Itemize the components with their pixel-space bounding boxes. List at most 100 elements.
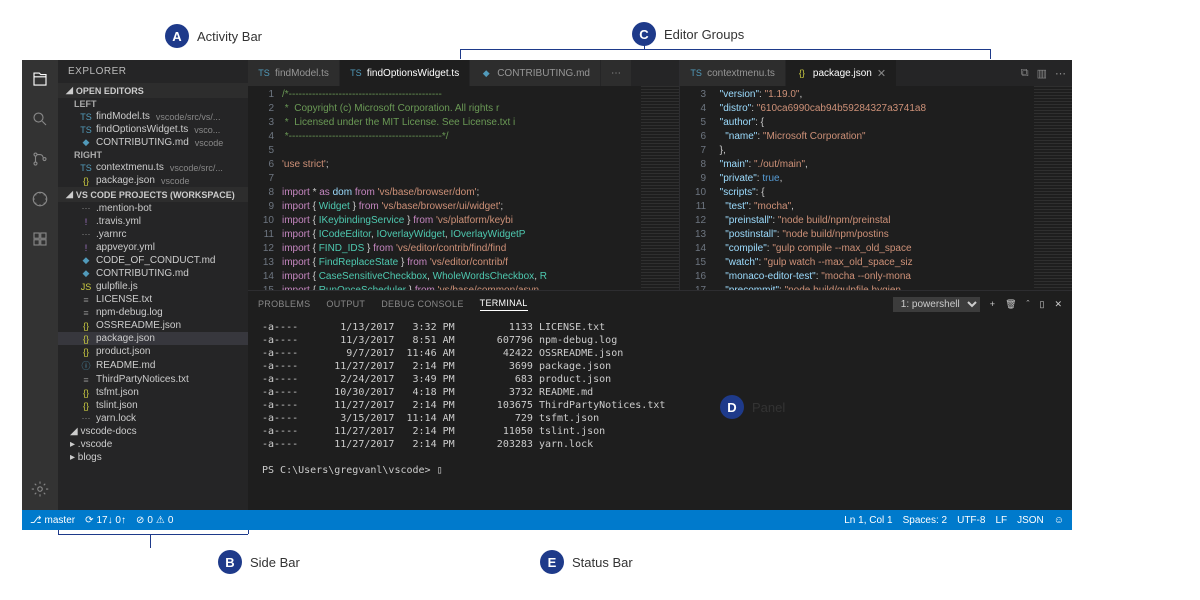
file-icon: {} xyxy=(80,388,92,398)
file-icon: TS xyxy=(80,112,92,122)
tab-overflow[interactable]: ⋯ xyxy=(601,60,632,86)
file-item[interactable]: {}package.json xyxy=(58,332,248,345)
file-item[interactable]: TSfindModel.tsvscode/src/vs/... xyxy=(58,110,248,123)
explorer-icon[interactable] xyxy=(29,68,51,90)
terminal-output[interactable]: -a---- 1/13/2017 3:32 PM 1133 LICENSE.tx… xyxy=(248,317,1072,510)
panel-tab[interactable]: DEBUG CONSOLE xyxy=(381,299,463,309)
file-name: package.json xyxy=(96,333,155,344)
code-editor-left[interactable]: 12345678910111213141516171819 /*--------… xyxy=(248,86,679,290)
editor-tab[interactable]: ◆CONTRIBUTING.md xyxy=(470,60,601,86)
file-item[interactable]: ◆CONTRIBUTING.mdvscode xyxy=(58,136,248,149)
kill-terminal-icon[interactable]: 🗑 xyxy=(1005,299,1016,310)
file-item[interactable]: {}package.jsonvscode xyxy=(58,174,248,187)
file-icon: TS xyxy=(350,68,362,78)
errors[interactable]: ⊘0 ⚠0 xyxy=(136,515,173,526)
folder-item[interactable]: ◢ vscode-docs xyxy=(58,425,248,438)
close-icon[interactable]: ✕ xyxy=(877,67,886,80)
file-item[interactable]: ◆CONTRIBUTING.md xyxy=(58,267,248,280)
panel-tab[interactable]: TERMINAL xyxy=(480,298,528,311)
overflow-icon[interactable]: ⋯ xyxy=(1055,67,1066,80)
open-editors-section[interactable]: ◢OPEN EDITORS xyxy=(58,83,248,98)
encoding[interactable]: UTF-8 xyxy=(957,515,985,526)
git-sync[interactable]: ⟳17↓ 0↑ xyxy=(85,515,126,526)
file-name: product.json xyxy=(96,346,150,357)
sidebar-title: EXPLORER xyxy=(58,60,248,83)
file-icon: ⋯ xyxy=(80,413,92,424)
editor-tab[interactable]: TSfindOptionsWidget.ts xyxy=(340,60,470,86)
file-icon: {} xyxy=(796,68,808,78)
search-icon[interactable] xyxy=(29,108,51,130)
file-item[interactable]: ⋯yarn.lock xyxy=(58,412,248,425)
split-editor-icon[interactable]: ⧉ xyxy=(1021,67,1029,80)
file-icon: ◆ xyxy=(80,137,92,148)
file-name: .mention-bot xyxy=(96,203,152,214)
file-item[interactable]: !appveyor.yml xyxy=(58,241,248,254)
file-item[interactable]: ⋯.mention-bot xyxy=(58,202,248,215)
file-icon: ! xyxy=(80,243,92,253)
ln-col[interactable]: Ln 1, Col 1 xyxy=(844,515,892,526)
editor-groups: TSfindModel.tsTSfindOptionsWidget.ts◆CON… xyxy=(248,60,1072,290)
file-item[interactable]: {}tslint.json xyxy=(58,399,248,412)
file-item[interactable]: ⓘREADME.md xyxy=(58,358,248,373)
panel-up-icon[interactable]: ˆ xyxy=(1027,299,1030,309)
file-icon: TS xyxy=(690,68,702,78)
file-item[interactable]: ≡ThirdPartyNotices.txt xyxy=(58,373,248,386)
file-item[interactable]: ≡ npm-debug.log xyxy=(58,306,248,319)
git-branch[interactable]: ⎇master xyxy=(30,515,75,526)
file-icon: {} xyxy=(80,401,92,411)
file-icon: ≡ xyxy=(80,295,92,305)
file-item[interactable]: TSfindOptionsWidget.tsvsco... xyxy=(58,123,248,136)
panel-tabs: PROBLEMS OUTPUT DEBUG CONSOLE TERMINAL 1: p… xyxy=(248,291,1072,317)
editor-tab[interactable]: TScontextmenu.ts xyxy=(680,60,786,86)
panel-tab[interactable]: OUTPUT xyxy=(326,299,365,309)
file-name: ThirdPartyNotices.txt xyxy=(96,374,189,385)
feedback-icon[interactable]: ☺ xyxy=(1054,515,1064,526)
file-name: findModel.ts xyxy=(96,111,150,122)
error-icon: ⊘ xyxy=(136,515,144,526)
more-icon[interactable]: ▥ xyxy=(1037,67,1047,80)
git-icon[interactable] xyxy=(29,148,51,170)
editor-area: TSfindModel.tsTSfindOptionsWidget.ts◆CON… xyxy=(248,60,1072,510)
tabs-left: TSfindModel.tsTSfindOptionsWidget.ts◆CON… xyxy=(248,60,679,86)
workspace-section[interactable]: ◢VS CODE PROJECTS (WORKSPACE) xyxy=(58,187,248,202)
minimap[interactable] xyxy=(1034,86,1072,290)
extensions-icon[interactable] xyxy=(29,228,51,250)
file-item[interactable]: {}OSSREADME.json xyxy=(58,319,248,332)
file-icon: ◆ xyxy=(80,255,92,266)
activity-bar xyxy=(22,60,58,510)
spaces[interactable]: Spaces: 2 xyxy=(903,515,947,526)
debug-icon[interactable] xyxy=(29,188,51,210)
file-name: contextmenu.ts xyxy=(96,162,164,173)
file-item[interactable]: ◆CODE_OF_CONDUCT.md xyxy=(58,254,248,267)
side-bar: EXPLORER ◢OPEN EDITORS LEFT TSfindModel.… xyxy=(58,60,248,510)
callout-e: E Status Bar xyxy=(540,550,633,574)
file-item[interactable]: ⋯.yarnrc xyxy=(58,228,248,241)
callout-d: D Panel xyxy=(720,395,785,419)
editor-tab[interactable]: {}package.json✕ xyxy=(786,60,897,86)
file-icon: {} xyxy=(80,347,92,357)
file-item[interactable]: {}tsfmt.json xyxy=(58,386,248,399)
file-item[interactable]: ≡LICENSE.txt xyxy=(58,293,248,306)
folder-item[interactable]: ▸ .vscode xyxy=(58,438,248,451)
gear-icon[interactable] xyxy=(29,478,51,500)
file-item[interactable]: JSgulpfile.js xyxy=(58,280,248,293)
editor-tab[interactable]: TSfindModel.ts xyxy=(248,60,340,86)
panel-close-icon[interactable]: ✕ xyxy=(1054,299,1062,310)
terminal-select[interactable]: 1: powershell xyxy=(893,297,980,312)
file-icon: {} xyxy=(80,176,92,186)
language[interactable]: JSON xyxy=(1017,515,1044,526)
folder-item[interactable]: ▸ blogs xyxy=(58,451,248,464)
file-item[interactable]: TScontextmenu.tsvscode/src/... xyxy=(58,161,248,174)
minimap[interactable] xyxy=(641,86,679,290)
callout-a: A Activity Bar xyxy=(165,24,262,48)
code-editor-right[interactable]: 345678910111213141516171819202122 "versi… xyxy=(680,86,1072,290)
file-name: .travis.yml xyxy=(96,216,141,227)
file-item[interactable]: {} product.json xyxy=(58,345,248,358)
new-terminal-icon[interactable]: + xyxy=(990,299,995,309)
panel-split-icon[interactable]: ▯ xyxy=(1040,299,1045,310)
file-icon: ≡ xyxy=(80,308,92,318)
file-item[interactable]: !.travis.yml xyxy=(58,215,248,228)
panel-tab[interactable]: PROBLEMS xyxy=(258,299,310,309)
file-name: npm-debug.log xyxy=(96,307,163,318)
eol[interactable]: LF xyxy=(995,515,1007,526)
